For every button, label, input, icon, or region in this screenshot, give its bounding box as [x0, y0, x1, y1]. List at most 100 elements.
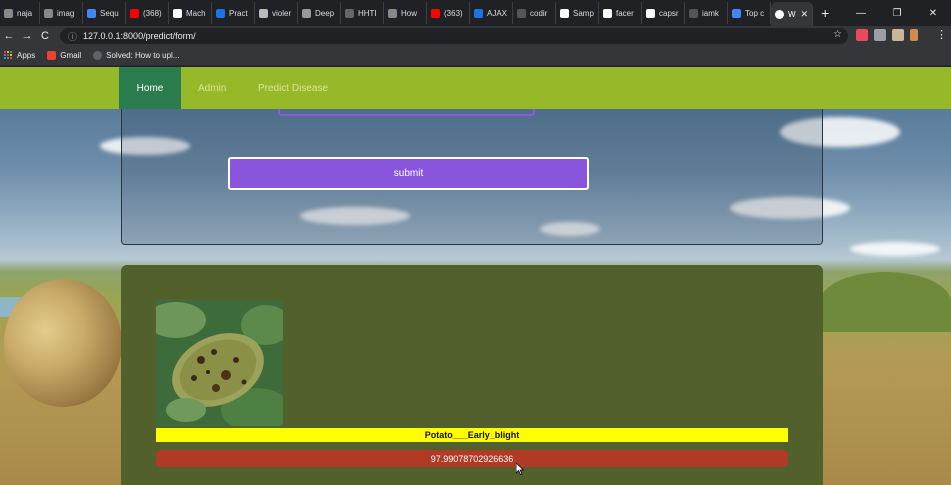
browser-tab[interactable]: (368): [126, 2, 169, 24]
nav-admin-link[interactable]: Admin: [198, 67, 226, 109]
tab-favicon-icon: [130, 8, 139, 18]
tab-label: imag: [57, 8, 75, 18]
potato-leaf-image: [156, 300, 283, 426]
bookmark-github[interactable]: Solved: How to upl...: [93, 51, 180, 60]
browser-tab[interactable]: Sequ: [83, 2, 126, 24]
browser-tab[interactable]: Top c: [728, 2, 771, 24]
tab-label: HHTI: [358, 8, 377, 18]
tab-label: (368): [143, 8, 162, 18]
tab-favicon-icon: [302, 8, 311, 18]
tab-favicon-icon: [216, 8, 225, 18]
browser-tab[interactable]: codir: [513, 2, 556, 24]
tab-favicon-icon: [560, 8, 569, 18]
new-tab-button[interactable]: +: [813, 5, 837, 21]
browser-tab[interactable]: naja: [0, 2, 40, 24]
close-tab-icon[interactable]: ✕: [801, 9, 809, 20]
bookmark-star-icon[interactable]: ☆: [833, 29, 842, 40]
tab-label: Deep: [315, 8, 335, 18]
url-text[interactable]: 127.0.0.1:8000/predict/form/: [83, 31, 196, 41]
tab-favicon-icon: [388, 8, 397, 18]
site-navbar: Home Admin Predict Disease: [0, 67, 951, 109]
extension-icon[interactable]: [892, 29, 904, 41]
window-controls: — ❐ ✕: [843, 0, 951, 26]
apps-grid-icon: [4, 51, 13, 60]
restore-button[interactable]: ❐: [879, 8, 915, 19]
browser-tab[interactable]: capsr: [642, 2, 685, 24]
leaf-image: [156, 300, 283, 426]
tab-favicon-icon: [44, 8, 53, 18]
tab-favicon-icon: [603, 8, 612, 18]
tab-favicon-icon: [517, 8, 526, 18]
tab-favicon-icon: [474, 8, 483, 18]
tab-label: (363): [444, 8, 463, 18]
tab-label: Pract: [229, 8, 248, 18]
close-window-button[interactable]: ✕: [915, 8, 951, 19]
tab-label: AJAX: [487, 8, 508, 18]
nav-predict-disease-link[interactable]: Predict Disease: [258, 67, 328, 109]
submit-button[interactable]: submit: [228, 157, 589, 190]
extensions: [856, 29, 918, 41]
forward-button[interactable]: →: [18, 30, 36, 42]
browser-tab[interactable]: Pract: [212, 2, 255, 24]
tab-favicon-icon: [689, 8, 698, 18]
bookmark-gmail[interactable]: Gmail: [47, 51, 81, 60]
browser-tab[interactable]: imag: [40, 2, 83, 24]
predict-form-panel: submit: [121, 109, 823, 245]
tab-label: Samp: [573, 8, 594, 18]
browser-tab[interactable]: facer: [599, 2, 642, 24]
bookmark-label: Apps: [17, 51, 36, 60]
browser-tab[interactable]: AJAX: [470, 2, 513, 24]
browser-tab[interactable]: iamk: [685, 2, 728, 24]
tab-favicon-icon: [345, 8, 354, 18]
gmail-icon: [47, 51, 57, 60]
browser-tab[interactable]: violer: [255, 2, 298, 24]
tab-favicon-icon: [646, 8, 655, 18]
bookmarks-bar: Apps Gmail Solved: How to upl...: [0, 46, 951, 66]
tab-favicon-icon: [259, 8, 268, 18]
bookmark-label: Gmail: [60, 51, 82, 60]
confidence-score: 97.99078702926636: [156, 450, 788, 467]
hill-decoration: [820, 272, 951, 332]
tab-favicon-icon: [4, 8, 13, 18]
result-panel: Potato___Early_blight 97.99078702926636: [121, 265, 823, 485]
tab-active[interactable]: W ✕: [771, 2, 814, 26]
address-bar[interactable]: ⓘ 127.0.0.1:8000/predict/form/ ☆: [60, 28, 848, 44]
tab-label: naja: [17, 8, 33, 18]
predicted-disease-label: Potato___Early_blight: [156, 428, 788, 442]
bookmark-apps[interactable]: Apps: [4, 51, 35, 60]
file-input[interactable]: [278, 109, 535, 116]
tab-label: How: [401, 8, 418, 18]
tab-label: violer: [272, 8, 292, 18]
nav-home-link[interactable]: Home: [119, 67, 181, 109]
browser-toolbar: ← → C ⓘ 127.0.0.1:8000/predict/form/ ☆ ⋮: [0, 26, 951, 46]
tab-label: Mach: [186, 8, 206, 18]
browser-tab[interactable]: Samp: [556, 2, 599, 24]
github-icon: [93, 51, 103, 60]
tab-favicon-icon: [87, 8, 96, 18]
browser-menu-icon[interactable]: ⋮: [936, 28, 947, 41]
hay-bale-image: [4, 279, 122, 407]
browser-tab[interactable]: (363): [427, 2, 470, 24]
extension-icon[interactable]: [910, 29, 918, 41]
tab-label: Sequ: [100, 8, 119, 18]
reload-button[interactable]: C: [36, 30, 54, 42]
browser-tab[interactable]: How: [384, 2, 427, 24]
page-viewport: Home Admin Predict Disease submit Potato…: [0, 67, 951, 485]
tab-label: W: [788, 9, 796, 19]
browser-tab[interactable]: Mach: [169, 2, 212, 24]
cloud-decoration: [850, 242, 940, 256]
back-button[interactable]: ←: [0, 30, 18, 42]
tab-label: facer: [616, 8, 634, 18]
pocket-extension-icon[interactable]: [856, 29, 868, 41]
bookmark-label: Solved: How to upl...: [106, 51, 180, 60]
extension-icon[interactable]: [874, 29, 886, 41]
info-icon[interactable]: ⓘ: [68, 30, 77, 43]
browser-tab[interactable]: HHTI: [341, 2, 384, 24]
tab-label: codir: [530, 8, 548, 18]
minimize-button[interactable]: —: [843, 8, 879, 19]
browser-tab[interactable]: Deep: [298, 2, 341, 24]
tab-label: Top c: [745, 8, 765, 18]
tab-label: capsr: [659, 8, 679, 18]
tab-label: iamk: [702, 8, 719, 18]
tab-favicon-icon: [173, 8, 182, 18]
